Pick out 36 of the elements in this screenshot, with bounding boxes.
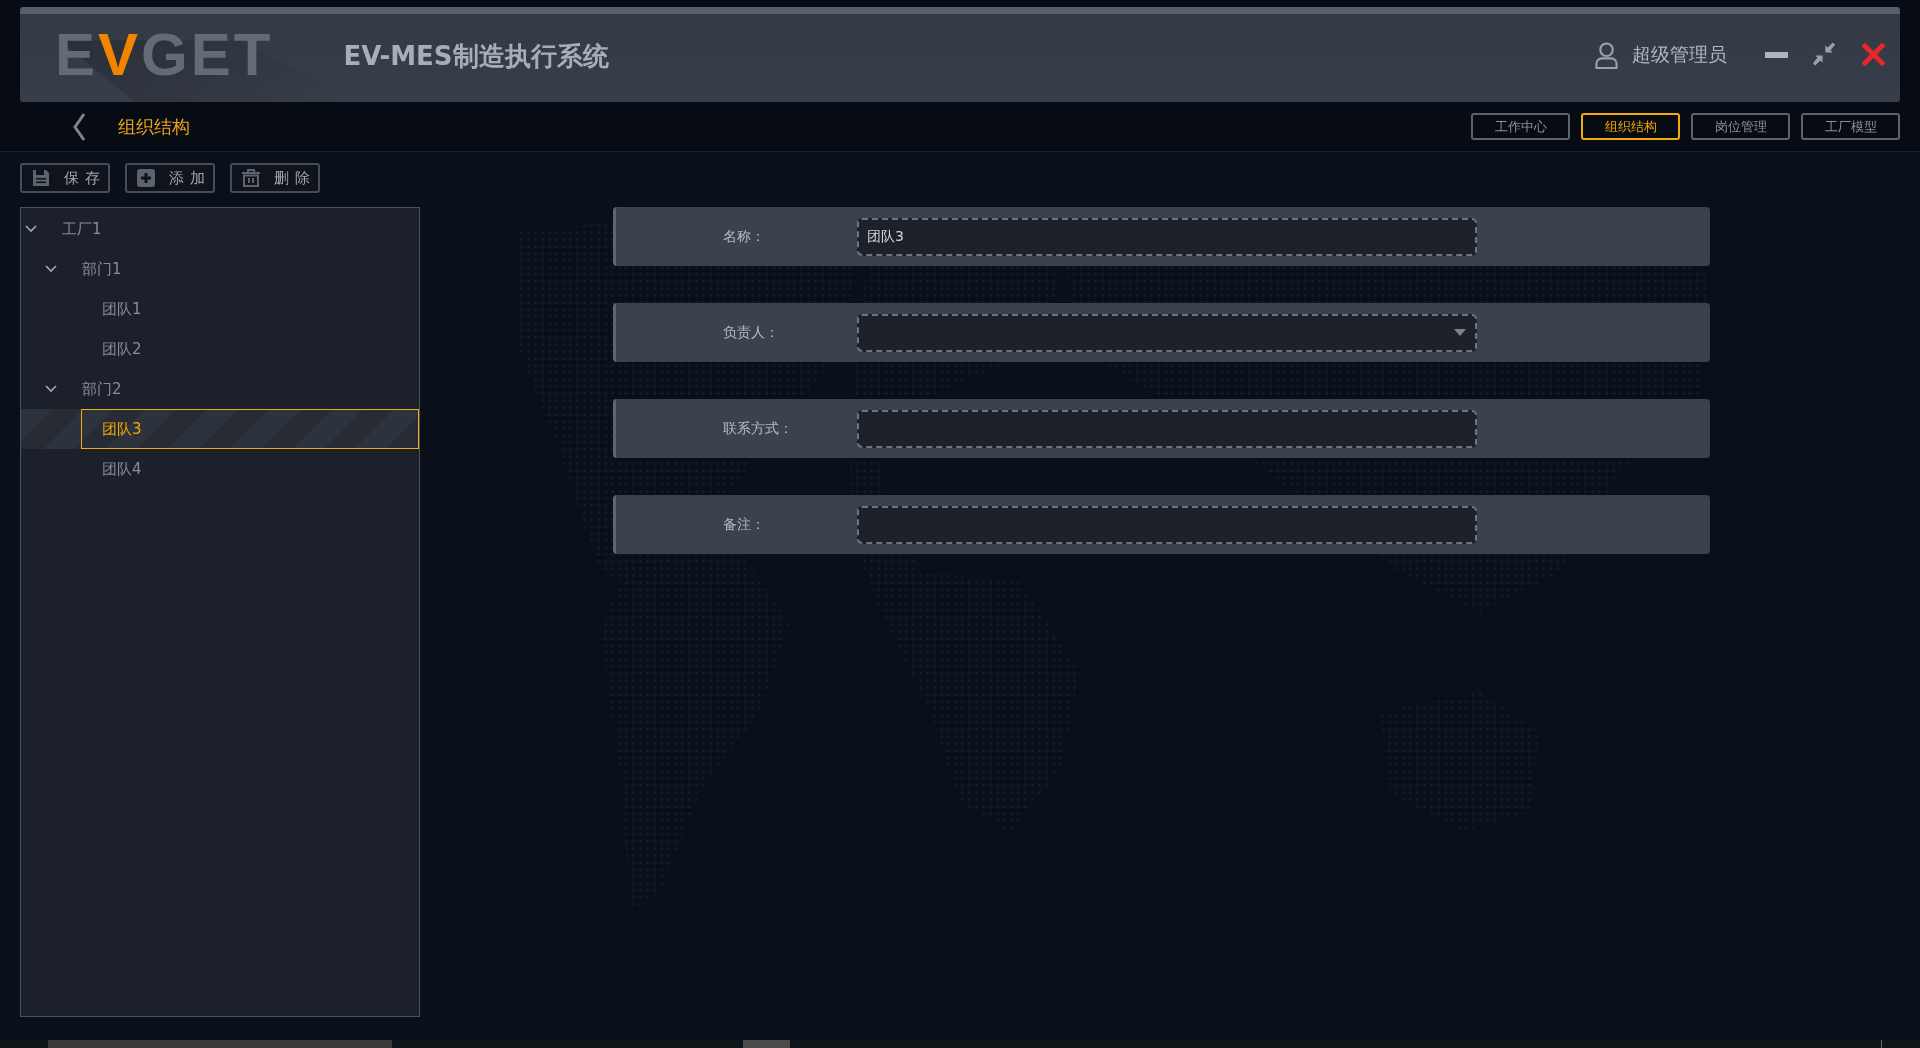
select-field[interactable] [857,313,1477,352]
text-field[interactable]: 团队3 [857,217,1477,256]
logo: EVGET [55,24,274,85]
app-title: EV-MES制造执行系统 [343,40,609,73]
field-label: 负责人： [723,323,780,342]
chevron-down-icon[interactable] [25,225,37,233]
text-field[interactable] [857,409,1477,448]
page-title: 组织结构 [118,114,190,139]
tree-item[interactable]: 部门1 [21,249,419,289]
close-icon[interactable] [1862,42,1885,66]
chevron-down-icon[interactable] [45,385,57,393]
user-icon [1595,41,1618,69]
user-name: 超级管理员 [1632,42,1727,67]
tree-item[interactable]: 团队2 [21,329,419,369]
field-label: 联系方式： [723,419,794,438]
trash-icon [242,169,260,187]
tree-item[interactable]: 团队3 [21,409,419,449]
collapse-arrows-icon[interactable] [1812,42,1836,66]
field-label: 备注： [723,515,766,534]
delete-button[interactable]: 删除 [230,163,320,193]
back-chevron-icon[interactable] [72,111,86,142]
tree-item[interactable]: 团队4 [21,449,419,489]
dropdown-triangle-icon [1454,329,1466,336]
save-button[interactable]: 保存 [20,163,110,193]
chevron-down-icon[interactable] [45,265,57,273]
tree-item[interactable]: 部门2 [21,369,419,409]
nav-tab[interactable]: 工厂模型 [1801,113,1900,140]
plus-square-icon [137,169,155,187]
nav-tab[interactable]: 组织结构 [1581,113,1680,140]
tree-item[interactable]: 工厂1 [21,209,419,249]
text-field[interactable] [857,505,1477,544]
nav-tab[interactable]: 工作中心 [1471,113,1570,140]
tree-item[interactable]: 团队1 [21,289,419,329]
field-label: 名称： [723,227,766,246]
nav-tab[interactable]: 岗位管理 [1691,113,1790,140]
add-button[interactable]: 添加 [125,163,215,193]
